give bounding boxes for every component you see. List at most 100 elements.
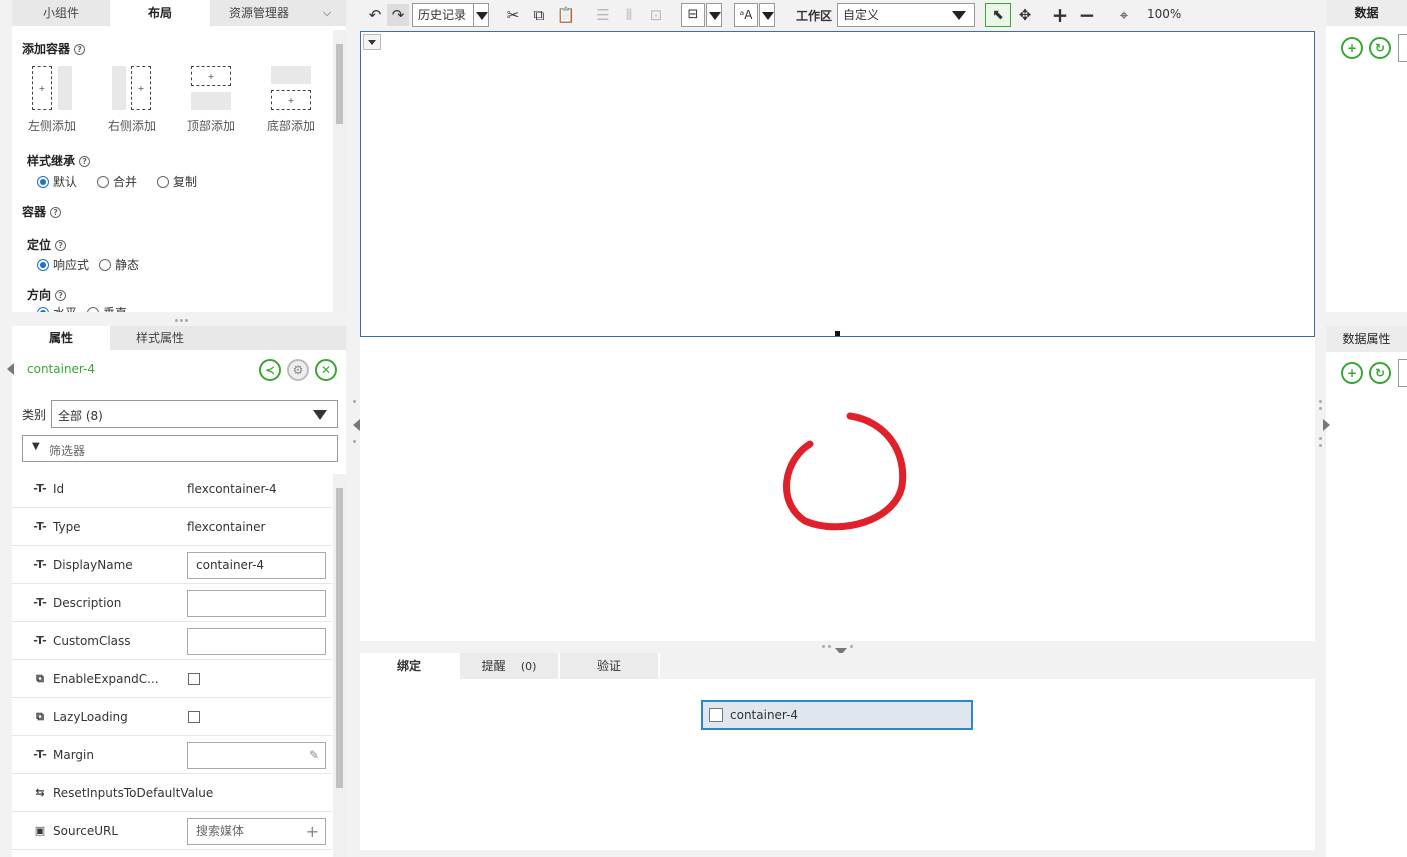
splitter-grip[interactable] <box>1319 400 1322 403</box>
layout-scrollbar[interactable] <box>333 30 346 312</box>
design-canvas[interactable] <box>360 31 1315 641</box>
tab-alerts[interactable]: 提醒 (0) <box>460 653 558 679</box>
workspace-dropdown[interactable]: 自定义 <box>837 3 975 27</box>
filter-input[interactable]: ▼ 筛选器 <box>22 435 338 462</box>
splitter-grip[interactable] <box>353 440 356 443</box>
radio-icon[interactable] <box>87 306 99 312</box>
tab-properties[interactable]: 属性 <box>12 326 110 350</box>
direction-horizontal[interactable]: 水平 <box>37 304 77 312</box>
radio-icon[interactable] <box>99 258 111 271</box>
translate-arrow-icon[interactable] <box>759 3 775 27</box>
property-scrollbar[interactable] <box>333 474 346 857</box>
zoom-out-icon[interactable]: − <box>1076 4 1098 26</box>
align-columns-icon[interactable]: ⫴ <box>618 4 640 26</box>
style-inherit-default[interactable]: 默认 <box>37 173 77 190</box>
container-menu-button[interactable] <box>363 34 381 50</box>
add-icon[interactable]: + <box>1341 37 1363 59</box>
redo-icon[interactable]: ↷ <box>387 4 409 26</box>
zoom-in-icon[interactable]: + <box>1049 4 1071 26</box>
bottom-add-dashed-icon[interactable]: + <box>271 90 311 110</box>
splitter-grip[interactable] <box>1319 407 1322 410</box>
collapse-chevron-icon[interactable]: ⌵ <box>308 0 346 26</box>
history-dropdown[interactable]: 历史记录 <box>412 3 474 27</box>
pencil-icon[interactable]: ✎ <box>309 743 319 768</box>
tab-explorer[interactable]: 资源管理器 <box>210 0 308 26</box>
fit-target-icon[interactable]: ⌖ <box>1113 4 1135 26</box>
tab-style-properties[interactable]: 样式属性 <box>110 326 210 350</box>
splitter-grip[interactable] <box>828 645 831 648</box>
data-properties-input[interactable] <box>1398 359 1407 387</box>
style-inherit-merge[interactable]: 合并 <box>97 173 137 190</box>
collapse-left-icon[interactable] <box>7 363 14 375</box>
splitter-grip[interactable] <box>822 645 825 648</box>
property-input[interactable]: container-4 <box>187 552 326 579</box>
splitter-grip[interactable] <box>1319 444 1322 447</box>
splitter-grip[interactable] <box>175 319 178 322</box>
layout-panel: 小组件 布局 资源管理器 ⌵ 添加容器? + 左侧添加 + 右侧添加 + 顶部添… <box>12 0 346 312</box>
gear-icon[interactable]: ⚙ <box>287 359 309 381</box>
splitter-grip[interactable] <box>180 319 183 322</box>
data-panel: 数据 + ↻ <box>1326 0 1407 312</box>
property-input[interactable] <box>187 628 326 655</box>
property-input[interactable] <box>187 590 326 617</box>
help-icon[interactable]: ? <box>79 156 91 167</box>
positioning-static[interactable]: 静态 <box>99 256 139 273</box>
collapse-panel-icon[interactable] <box>353 419 360 431</box>
help-icon[interactable]: ? <box>50 207 62 218</box>
binding-node[interactable]: container-4 <box>701 700 973 730</box>
select-pointer-icon[interactable]: ⬉ <box>985 3 1011 27</box>
left-add-dashed-icon[interactable]: + <box>32 66 52 110</box>
history-dropdown-arrow-icon[interactable] <box>473 3 489 27</box>
undo-icon[interactable]: ↶ <box>364 4 386 26</box>
positioning-responsive[interactable]: 响应式 <box>37 256 89 273</box>
layout-view-icon[interactable]: ⊟ <box>681 3 705 27</box>
property-checkbox[interactable] <box>188 711 200 723</box>
collapse-right-icon[interactable] <box>1323 419 1330 431</box>
share-icon[interactable]: ≺ <box>259 359 281 381</box>
top-add-dashed-icon[interactable]: + <box>191 66 231 86</box>
zoom-level: 100% <box>1147 7 1182 21</box>
paste-icon[interactable]: 📋 <box>555 4 577 26</box>
help-icon[interactable]: ? <box>55 240 67 251</box>
splitter-grip[interactable] <box>353 400 356 403</box>
right-add-dashed-icon[interactable]: + <box>131 66 151 110</box>
radio-icon[interactable] <box>157 175 169 188</box>
help-icon[interactable]: ? <box>55 290 67 301</box>
tab-validation[interactable]: 验证 <box>560 653 658 679</box>
selected-container[interactable] <box>360 31 1315 337</box>
direction-vertical[interactable]: 垂直 <box>87 304 127 312</box>
property-input[interactable]: ✎ <box>187 742 326 769</box>
add-icon[interactable]: + <box>306 819 319 844</box>
style-inherit-copy[interactable]: 复制 <box>157 173 197 190</box>
help-icon[interactable]: ? <box>74 44 86 55</box>
category-select[interactable]: 全部 (8) <box>51 400 338 428</box>
property-name: LazyLoading <box>53 710 128 724</box>
move-icon[interactable]: ✥ <box>1014 4 1036 26</box>
tab-layout[interactable]: 布局 <box>110 0 210 26</box>
property-checkbox[interactable] <box>188 673 200 685</box>
close-icon[interactable]: ✕ <box>315 359 337 381</box>
resize-handle[interactable] <box>835 331 840 336</box>
radio-icon[interactable] <box>97 175 109 188</box>
radio-selected-icon[interactable] <box>37 258 49 271</box>
splitter-grip[interactable] <box>850 645 853 648</box>
tab-bindings[interactable]: 绑定 <box>360 653 458 679</box>
scrollbar-thumb[interactable] <box>336 488 343 788</box>
radio-selected-icon[interactable] <box>37 306 49 312</box>
translate-icon[interactable]: ᵃA <box>734 3 758 27</box>
splitter-grip[interactable] <box>1319 437 1322 440</box>
copy-icon[interactable]: ⧉ <box>528 4 550 26</box>
center-icon[interactable]: ⊡ <box>645 4 667 26</box>
property-input[interactable]: 搜索媒体 + <box>187 818 326 845</box>
align-top-icon[interactable]: ☰ <box>592 4 614 26</box>
scrollbar-thumb[interactable] <box>336 44 343 124</box>
add-icon[interactable]: + <box>1341 362 1363 384</box>
radio-selected-icon[interactable] <box>37 175 49 188</box>
data-search-input[interactable] <box>1398 34 1407 62</box>
cut-icon[interactable]: ✂ <box>502 4 524 26</box>
tab-widgets[interactable]: 小组件 <box>12 0 110 26</box>
splitter-grip[interactable] <box>185 319 188 322</box>
layout-view-arrow-icon[interactable] <box>706 3 722 27</box>
refresh-icon[interactable]: ↻ <box>1369 362 1391 384</box>
refresh-icon[interactable]: ↻ <box>1369 37 1391 59</box>
